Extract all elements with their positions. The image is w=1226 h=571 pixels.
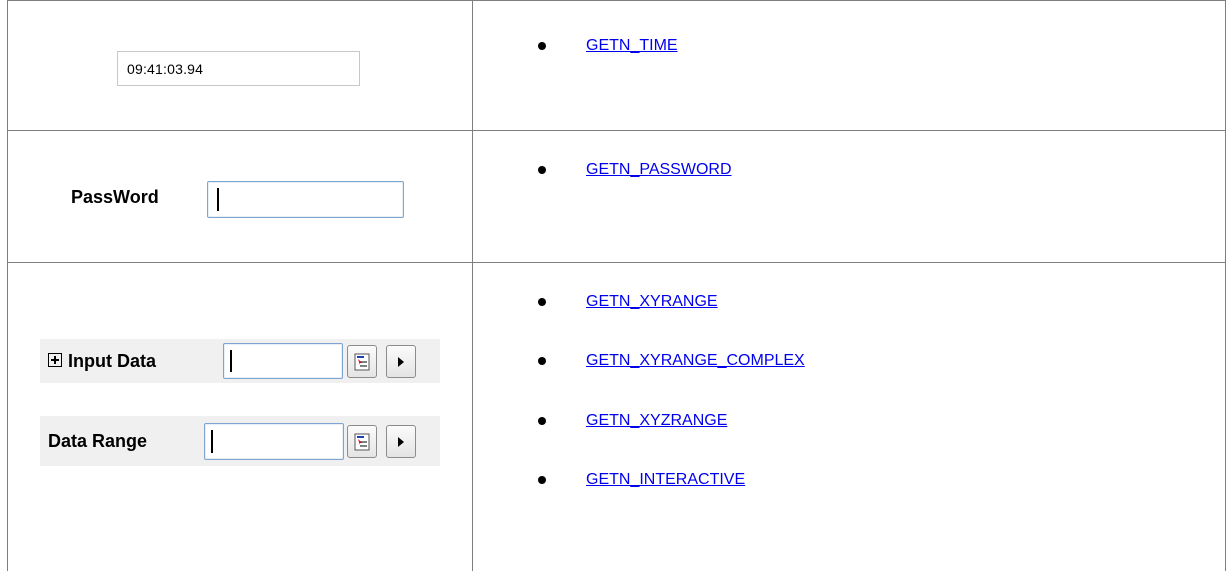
bullet: [538, 42, 546, 50]
table-row-divider-2: [7, 262, 1226, 263]
link-getn-xyrange[interactable]: GETN_XYRANGE: [586, 293, 718, 311]
link-getn-time[interactable]: GETN_TIME: [586, 37, 678, 55]
table-border-left: [7, 0, 8, 571]
table-border-top: [7, 0, 1226, 1]
table-column-divider: [472, 0, 473, 571]
link-getn-xyrange-complex[interactable]: GETN_XYRANGE_COMPLEX: [586, 352, 805, 370]
link-getn-password[interactable]: GETN_PASSWORD: [586, 161, 732, 179]
text-caret: [217, 188, 219, 211]
list-item-getn-password: GETN_PASSWORD: [538, 158, 732, 182]
list-item-getn-xyrange-complex: GETN_XYRANGE_COMPLEX: [538, 349, 805, 373]
input-data-label: Input Data: [68, 351, 156, 371]
data-range-label: Data Range: [48, 431, 148, 451]
table-row-divider-1: [7, 130, 1226, 131]
select-range-button[interactable]: [347, 345, 377, 378]
time-value: 09:41:03.94: [127, 60, 204, 77]
bullet: [538, 357, 546, 365]
list-item-getn-xyrange: GETN_XYRANGE: [538, 290, 718, 314]
bullet: [538, 417, 546, 425]
select-range-icon: [354, 353, 370, 370]
data-range-field[interactable]: [204, 423, 344, 460]
list-item-getn-xyzrange: GETN_XYZRANGE: [538, 409, 727, 433]
arrow-button[interactable]: [386, 345, 416, 378]
arrow-button[interactable]: [386, 425, 416, 458]
password-label: PassWord: [71, 187, 159, 207]
play-arrow-icon: [398, 436, 404, 447]
password-input[interactable]: [207, 181, 404, 218]
link-getn-interactive[interactable]: GETN_INTERACTIVE: [586, 471, 745, 489]
bullet: [538, 166, 546, 174]
list-item-getn-interactive: GETN_INTERACTIVE: [538, 468, 745, 492]
link-getn-xyzrange[interactable]: GETN_XYZRANGE: [586, 412, 727, 430]
select-range-button[interactable]: [347, 425, 377, 458]
bullet: [538, 298, 546, 306]
expand-plus-icon[interactable]: [48, 353, 62, 367]
select-range-icon: [354, 433, 370, 450]
play-arrow-icon: [398, 356, 404, 367]
bullet: [538, 476, 546, 484]
text-caret: [230, 350, 232, 372]
text-caret: [211, 430, 213, 453]
input-data-field[interactable]: [223, 343, 343, 379]
time-field[interactable]: 09:41:03.94: [117, 51, 360, 86]
list-item-getn-time: GETN_TIME: [538, 34, 678, 58]
